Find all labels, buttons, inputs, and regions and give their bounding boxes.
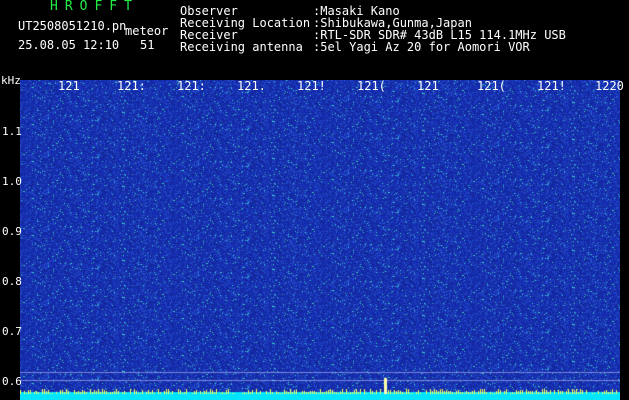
x-tick-1: 121 bbox=[58, 79, 80, 93]
software-name: HROFFT bbox=[50, 0, 139, 14]
y-tick-1-1: 1.1 bbox=[2, 125, 22, 138]
antenna-label: Receiving antenna bbox=[180, 40, 303, 54]
x-tick-4: 121. bbox=[237, 79, 266, 93]
x-tick-2: 121: bbox=[117, 79, 146, 93]
timestamp: 25.08.05 12:10 bbox=[18, 38, 120, 52]
x-tick-5: 121! bbox=[297, 79, 326, 93]
x-tick-3: 121: bbox=[177, 79, 206, 93]
x-tick-9: 121! bbox=[537, 79, 566, 93]
file-name: UT2508051210.pn bbox=[18, 19, 127, 33]
y-tick-0-6: 0.6 bbox=[2, 375, 22, 388]
x-tick-6: 121( bbox=[357, 79, 386, 93]
y-tick-0-9: 0.9 bbox=[2, 225, 22, 238]
meteor-count: 51 bbox=[140, 38, 155, 52]
x-tick-10: 1220 bbox=[595, 79, 624, 93]
x-tick-7: 121 bbox=[417, 79, 439, 93]
antenna-value: :5el Yagi Az 20 for Aomori VOR bbox=[313, 40, 530, 54]
y-tick-0-8: 0.8 bbox=[2, 275, 22, 288]
y-tick-1-0: 1.0 bbox=[2, 175, 22, 188]
detection-type: meteor bbox=[125, 24, 169, 38]
y-tick-0-7: 0.7 bbox=[2, 325, 22, 338]
y-axis-unit: kHz bbox=[1, 74, 21, 87]
x-tick-8: 121( bbox=[477, 79, 506, 93]
waterfall-spectrogram bbox=[20, 80, 620, 400]
header-panel: HROFFT UT2508051210.pn meteor 25.08.05 1… bbox=[0, 0, 629, 80]
